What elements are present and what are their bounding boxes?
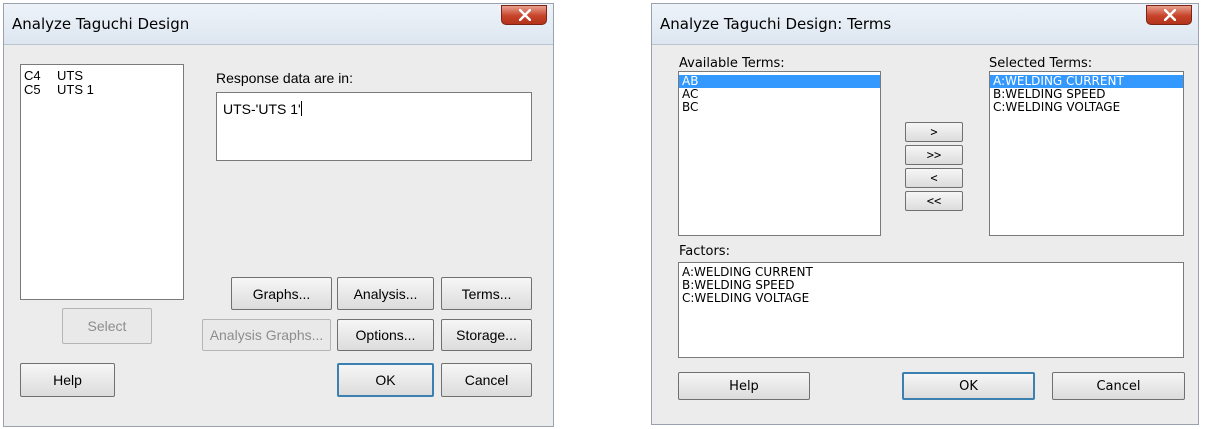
remove-term-button[interactable]: < [905,168,963,188]
analysis-button[interactable]: Analysis... [337,277,434,310]
available-terms-list[interactable]: AB AC BC [678,71,881,236]
help-button[interactable]: Help [678,372,810,400]
ok-button[interactable]: OK [337,363,434,397]
available-terms-label: Available Terms: [679,56,785,71]
factors-label: Factors: [679,244,730,259]
graphs-button[interactable]: Graphs... [231,277,332,310]
selected-terms-label: Selected Terms: [989,56,1093,71]
list-item[interactable]: C:WELDING VOLTAGE [990,101,1183,114]
close-button[interactable] [1146,5,1192,25]
add-all-terms-button[interactable]: >> [905,145,963,165]
terms-button[interactable]: Terms... [441,277,532,310]
ok-button[interactable]: OK [902,372,1035,400]
dialog-title: Analyze Taguchi Design: Terms [660,15,892,33]
list-item[interactable]: C4 UTS [21,65,183,83]
list-item[interactable]: C5 UTS 1 [21,83,183,97]
terms-dialog: Analyze Taguchi Design: Terms Available … [651,3,1199,425]
add-term-button[interactable]: > [905,122,963,142]
list-item[interactable]: AB [679,75,880,88]
response-input[interactable]: UTS-'UTS 1' [216,92,532,161]
response-label: Response data are in: [216,70,353,86]
analysis-graphs-button[interactable]: Analysis Graphs... [202,319,331,351]
factors-list[interactable]: A:WELDING CURRENT B:WELDING SPEED C:WELD… [678,262,1184,358]
text-caret [300,101,302,116]
list-item[interactable]: C:WELDING VOLTAGE [679,292,1183,305]
options-button[interactable]: Options... [337,319,434,351]
help-button[interactable]: Help [20,363,115,397]
remove-all-terms-button[interactable]: << [905,191,963,211]
dialog-title: Analyze Taguchi Design [12,15,190,33]
cancel-button[interactable]: Cancel [441,363,532,397]
close-button[interactable] [501,5,547,25]
title-bar[interactable]: Analyze Taguchi Design [4,4,553,45]
list-item[interactable]: BC [679,101,880,114]
close-icon [1164,9,1176,21]
close-icon [519,9,531,21]
column-list[interactable]: C4 UTS C5 UTS 1 [20,64,184,300]
selected-terms-list[interactable]: A:WELDING CURRENT B:WELDING SPEED C:WELD… [989,71,1184,236]
analyze-taguchi-dialog: Analyze Taguchi Design C4 UTS C5 UTS 1 Res… [3,3,554,427]
cancel-button[interactable]: Cancel [1052,372,1185,400]
list-item[interactable]: AC [679,88,880,101]
storage-button[interactable]: Storage... [441,319,532,351]
select-button[interactable]: Select [62,308,152,344]
title-bar[interactable]: Analyze Taguchi Design: Terms [652,4,1198,45]
